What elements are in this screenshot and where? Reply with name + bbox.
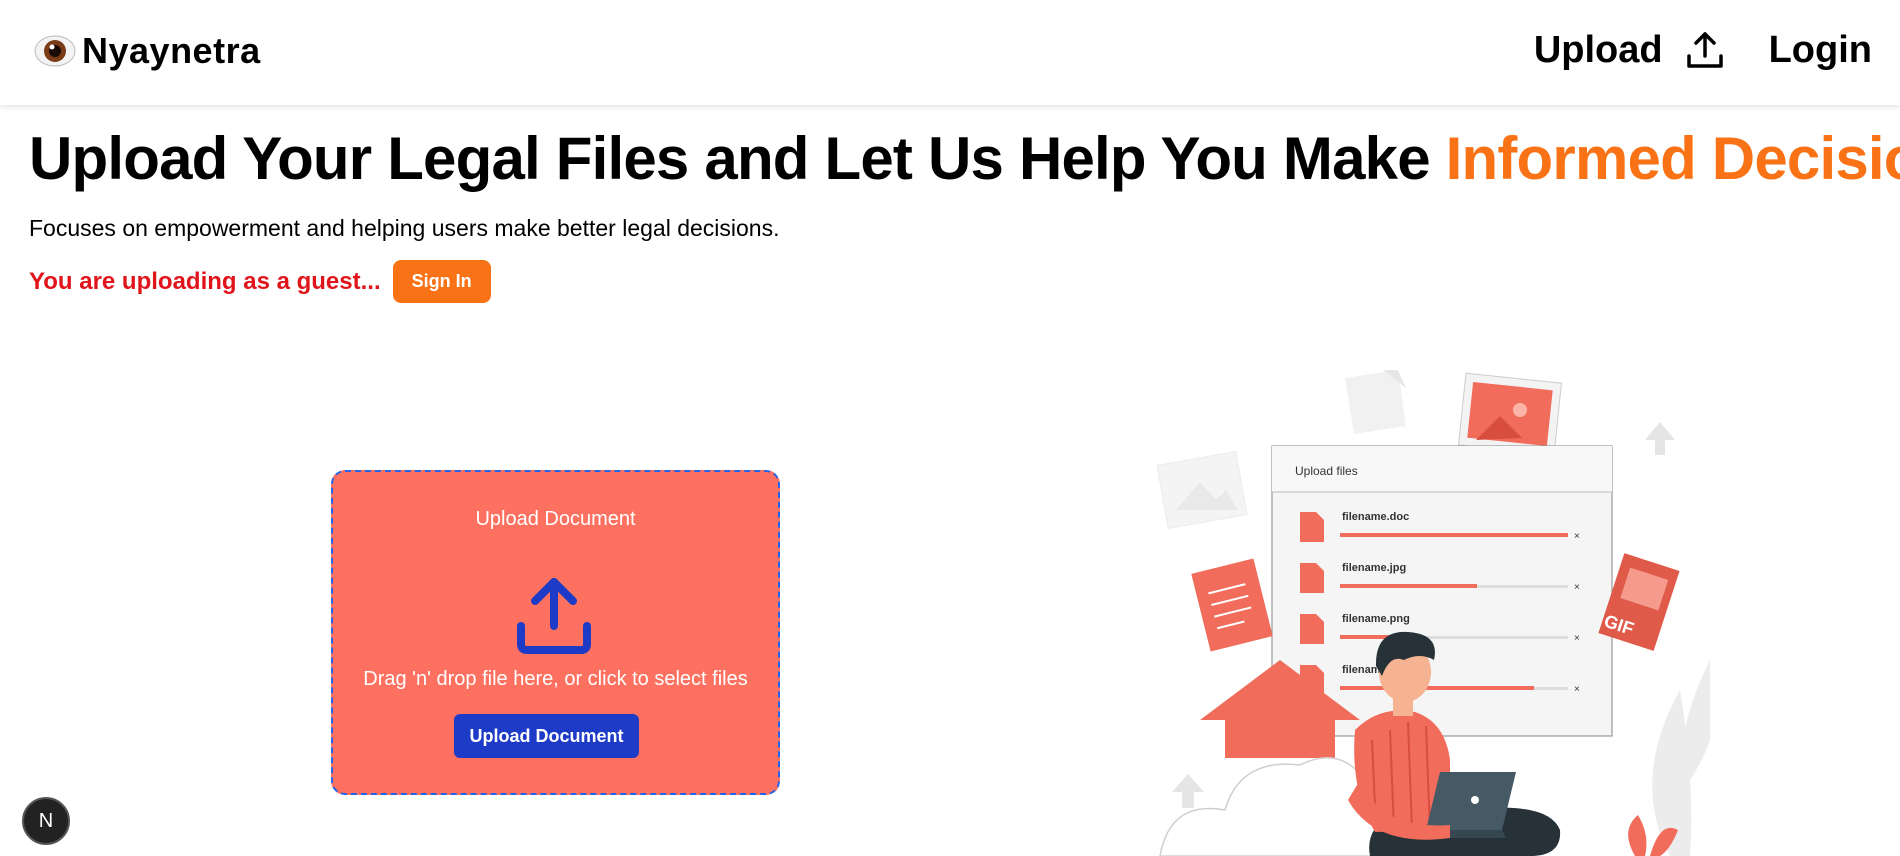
brand-name: Nyaynetra	[82, 30, 261, 71]
background-document-icon	[1345, 370, 1406, 434]
illus-progress-fill	[1340, 533, 1568, 537]
close-icon: ×	[1574, 582, 1580, 593]
illus-file-name: filename.jpg	[1342, 562, 1406, 574]
file-icon	[1300, 512, 1324, 542]
page-subtitle: Focuses on empowerment and helping users…	[29, 215, 780, 241]
upload-document-button[interactable]: Upload Document	[454, 714, 639, 758]
upload-icon	[513, 574, 595, 656]
illus-panel-title: Upload files	[1295, 464, 1358, 478]
close-icon: ×	[1574, 531, 1580, 542]
page-title-accent: Informed Decisions	[1445, 125, 1900, 192]
illus-file-name: filename.doc	[1342, 511, 1409, 523]
dropzone-title: Upload Document	[475, 508, 636, 530]
illus-progress-fill	[1340, 584, 1477, 588]
upload-illustration: Upload files filename.doc × filename.jpg × f…	[1150, 360, 1717, 856]
page-title: Upload Your Legal Files and Let Us Help …	[29, 124, 1900, 193]
nav-upload-link[interactable]: Upload	[1534, 29, 1663, 72]
brand-logo[interactable]: Nyaynetra	[34, 30, 261, 72]
guest-notice: You are uploading as a guest... Sign In	[29, 260, 491, 303]
eye-icon	[34, 30, 76, 72]
guest-warning-text: You are uploading as a guest...	[29, 267, 381, 295]
illus-file-name: filename.png	[1342, 613, 1410, 625]
file-icon	[1300, 614, 1324, 644]
file-icon	[1300, 563, 1324, 593]
upload-dropzone[interactable]: Upload Document Drag 'n' drop file here,…	[331, 470, 780, 795]
navbar: Nyaynetra Upload Login	[0, 0, 1900, 105]
close-icon: ×	[1574, 684, 1580, 695]
nav-actions: Upload Login	[1534, 28, 1872, 72]
document-file-icon	[1191, 558, 1273, 652]
illus-progress-fill	[1340, 686, 1534, 690]
close-icon: ×	[1574, 633, 1580, 644]
upload-icon[interactable]	[1683, 28, 1727, 72]
background-image-icon	[1156, 450, 1248, 530]
dropzone-hint: Drag 'n' drop file here, or click to sel…	[363, 668, 748, 690]
nav-login-link[interactable]: Login	[1769, 29, 1872, 72]
image-file-icon	[1457, 372, 1563, 456]
dev-tools-button[interactable]: N	[22, 797, 70, 845]
page-title-main: Upload Your Legal Files and Let Us Help …	[29, 125, 1446, 192]
sign-in-button[interactable]: Sign In	[392, 260, 491, 303]
